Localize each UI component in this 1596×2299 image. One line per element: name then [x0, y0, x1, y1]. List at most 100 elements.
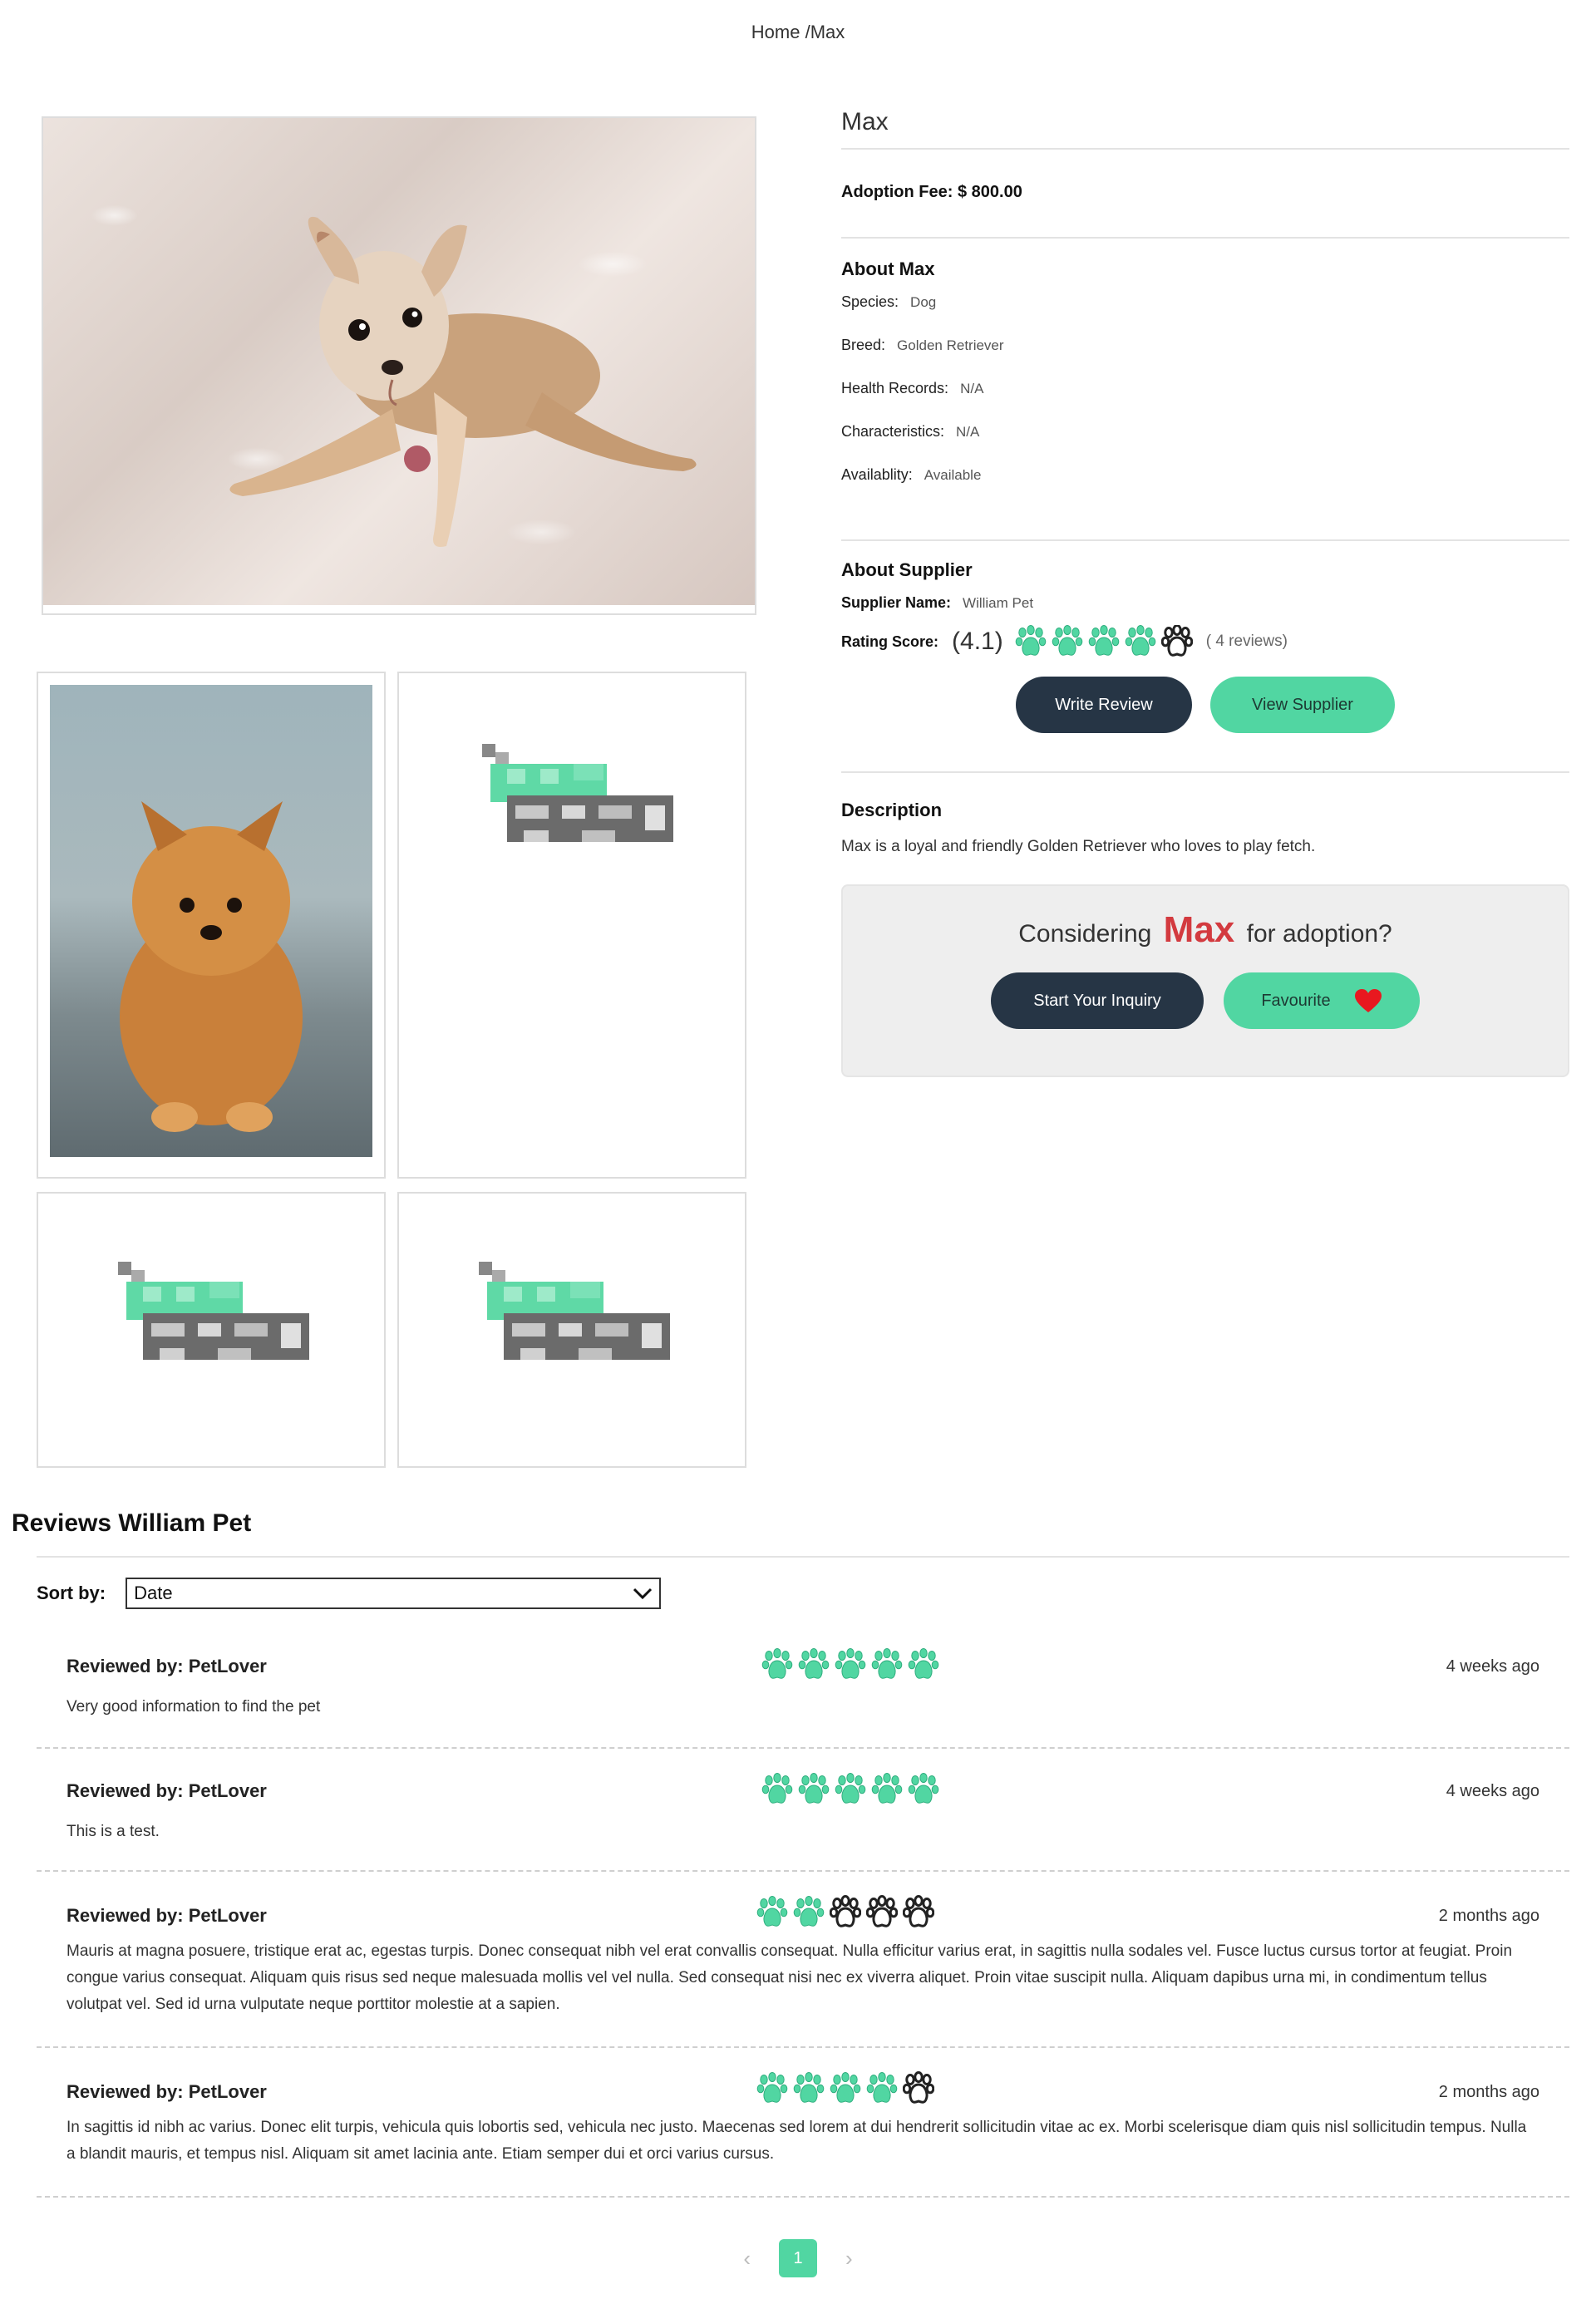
favourite-label: Favourite — [1261, 991, 1331, 1010]
paw-filled-icon — [761, 1773, 793, 1804]
thumbnail-2[interactable] — [397, 672, 746, 1179]
review-author: Reviewed by: PetLover — [66, 1905, 267, 1926]
about-pet-title: About Max — [841, 258, 935, 279]
detail-label: Health Records: — [841, 380, 949, 396]
paw-filled-icon — [793, 1896, 825, 1927]
placeholder-logo-icon — [482, 744, 673, 842]
paw-filled-icon — [871, 1773, 903, 1804]
review-time: 2 months ago — [1438, 2083, 1539, 2101]
favourite-button[interactable]: Favourite — [1224, 972, 1420, 1029]
paw-filled-icon — [830, 2072, 861, 2103]
paw-filled-icon — [798, 1773, 830, 1804]
review-paw-rating — [756, 1895, 934, 1930]
paw-empty-icon — [1160, 625, 1193, 657]
review-author: Reviewed by: PetLover — [66, 1780, 267, 1801]
detail-species: Species: Dog — [841, 293, 1569, 337]
breadcrumb: Home /Max — [0, 22, 1596, 43]
divider — [37, 1556, 1569, 1558]
detail-value: N/A — [956, 424, 980, 440]
review-time: 4 weeks ago — [1446, 1782, 1539, 1800]
review-text: In sagittis id nibh ac varius. Donec eli… — [66, 2119, 1527, 2163]
review-item: Reviewed by: PetLover 2 months ago In sa… — [37, 2048, 1569, 2198]
detail-availability: Availablity: Available — [841, 466, 1569, 510]
paw-filled-icon — [871, 1648, 903, 1679]
placeholder-logo-icon — [118, 1262, 309, 1360]
detail-breed: Breed: Golden Retriever — [841, 337, 1569, 380]
review-item: Reviewed by: PetLover 4 weeks ago Very g… — [37, 1632, 1569, 1749]
start-inquiry-button[interactable]: Start Your Inquiry — [991, 972, 1204, 1029]
detail-health-records: Health Records: N/A — [841, 380, 1569, 423]
review-paw-rating — [761, 1647, 939, 1682]
thumbnail-4[interactable] — [397, 1192, 746, 1468]
paw-filled-icon — [835, 1773, 866, 1804]
detail-value: Golden Retriever — [897, 337, 1004, 353]
paw-filled-icon — [1015, 625, 1047, 656]
rating-label: Rating Score: — [841, 633, 939, 650]
heart-icon — [1354, 989, 1382, 1012]
inquiry-suffix: for adoption? — [1246, 920, 1392, 948]
write-review-button[interactable]: Write Review — [1016, 677, 1192, 733]
paw-filled-icon — [1088, 625, 1120, 656]
description-text: Max is a loyal and friendly Golden Retri… — [841, 838, 1316, 855]
placeholder-logo-icon — [479, 1262, 670, 1360]
breadcrumb-current: Max — [810, 22, 845, 42]
review-text: This is a test. — [66, 1823, 160, 1840]
rating-row: Rating Score: (4.1) ( 4 reviews) — [841, 625, 1569, 658]
detail-label: Species: — [841, 293, 899, 310]
review-paw-rating — [761, 1772, 939, 1807]
adoption-fee: Adoption Fee: $ 800.00 — [841, 183, 1569, 239]
paw-filled-icon — [1052, 625, 1083, 656]
pomeranian-illustration — [120, 801, 303, 1132]
inquiry-pet-name: Max — [1163, 909, 1235, 950]
supplier-name-label: Supplier Name: — [841, 594, 952, 611]
sort-label: Sort by: — [37, 1583, 106, 1603]
detail-label: Characteristics: — [841, 423, 945, 440]
about-supplier-title: About Supplier — [841, 559, 973, 580]
supplier-name-row: Supplier Name: William Pet — [841, 594, 1569, 612]
chihuahua-illustration — [229, 216, 697, 547]
thumbnail-1[interactable] — [37, 672, 386, 1179]
review-author: Reviewed by: PetLover — [66, 1656, 267, 1676]
sort-selected-value: Date — [134, 1583, 173, 1603]
paw-filled-icon — [908, 1773, 939, 1804]
about-supplier-section: About Supplier Supplier Name: William Pe… — [841, 559, 1569, 773]
view-supplier-button[interactable]: View Supplier — [1210, 677, 1395, 733]
thumbnail-3[interactable] — [37, 1192, 386, 1468]
paw-filled-icon — [908, 1648, 939, 1679]
paw-filled-icon — [835, 1648, 866, 1679]
rating-score: (4.1) — [952, 628, 1003, 655]
about-pet-section: About Max Species: Dog Breed: Golden Ret… — [841, 258, 1569, 541]
paw-filled-icon — [1125, 625, 1156, 656]
chevron-down-icon — [633, 1588, 653, 1600]
main-pet-photo[interactable] — [42, 116, 756, 615]
next-page-button[interactable]: › — [845, 2246, 853, 2272]
reviews-title: Reviews William Pet — [12, 1509, 252, 1537]
review-time: 2 months ago — [1438, 1907, 1539, 1925]
review-text: Mauris at magna posuere, tristique erat … — [66, 1942, 1513, 2013]
supplier-paw-rating — [1015, 625, 1193, 658]
paw-filled-icon — [793, 2072, 825, 2103]
detail-label: Breed: — [841, 337, 886, 353]
inquiry-prefix: Considering — [1018, 920, 1152, 948]
pagination: ‹ 1 › — [0, 2239, 1596, 2277]
paw-filled-icon — [798, 1648, 830, 1679]
page-1-button[interactable]: 1 — [779, 2239, 817, 2277]
sort-select[interactable]: Date — [126, 1578, 662, 1609]
paw-filled-icon — [866, 2072, 898, 2103]
prev-page-button[interactable]: ‹ — [743, 2246, 751, 2272]
breadcrumb-home[interactable]: Home — [751, 22, 800, 42]
paw-empty-icon — [903, 1895, 934, 1927]
pet-name-heading: Max — [841, 108, 1569, 150]
review-paw-rating — [756, 2071, 934, 2106]
review-time: 4 weeks ago — [1446, 1657, 1539, 1676]
pet-info-panel: Max Adoption Fee: $ 800.00 About Max Spe… — [841, 108, 1569, 1077]
detail-value: N/A — [960, 381, 984, 396]
review-item: Reviewed by: PetLover 2 months ago Mauri… — [37, 1872, 1569, 2048]
detail-value: Available — [924, 467, 982, 483]
supplier-name: William Pet — [963, 594, 1034, 611]
description-title: Description — [841, 800, 943, 820]
detail-value: Dog — [910, 294, 937, 310]
detail-characteristics: Characteristics: N/A — [841, 423, 1569, 466]
inquiry-heading: Considering Max for adoption? — [843, 909, 1568, 951]
paw-empty-icon — [903, 2071, 934, 2104]
